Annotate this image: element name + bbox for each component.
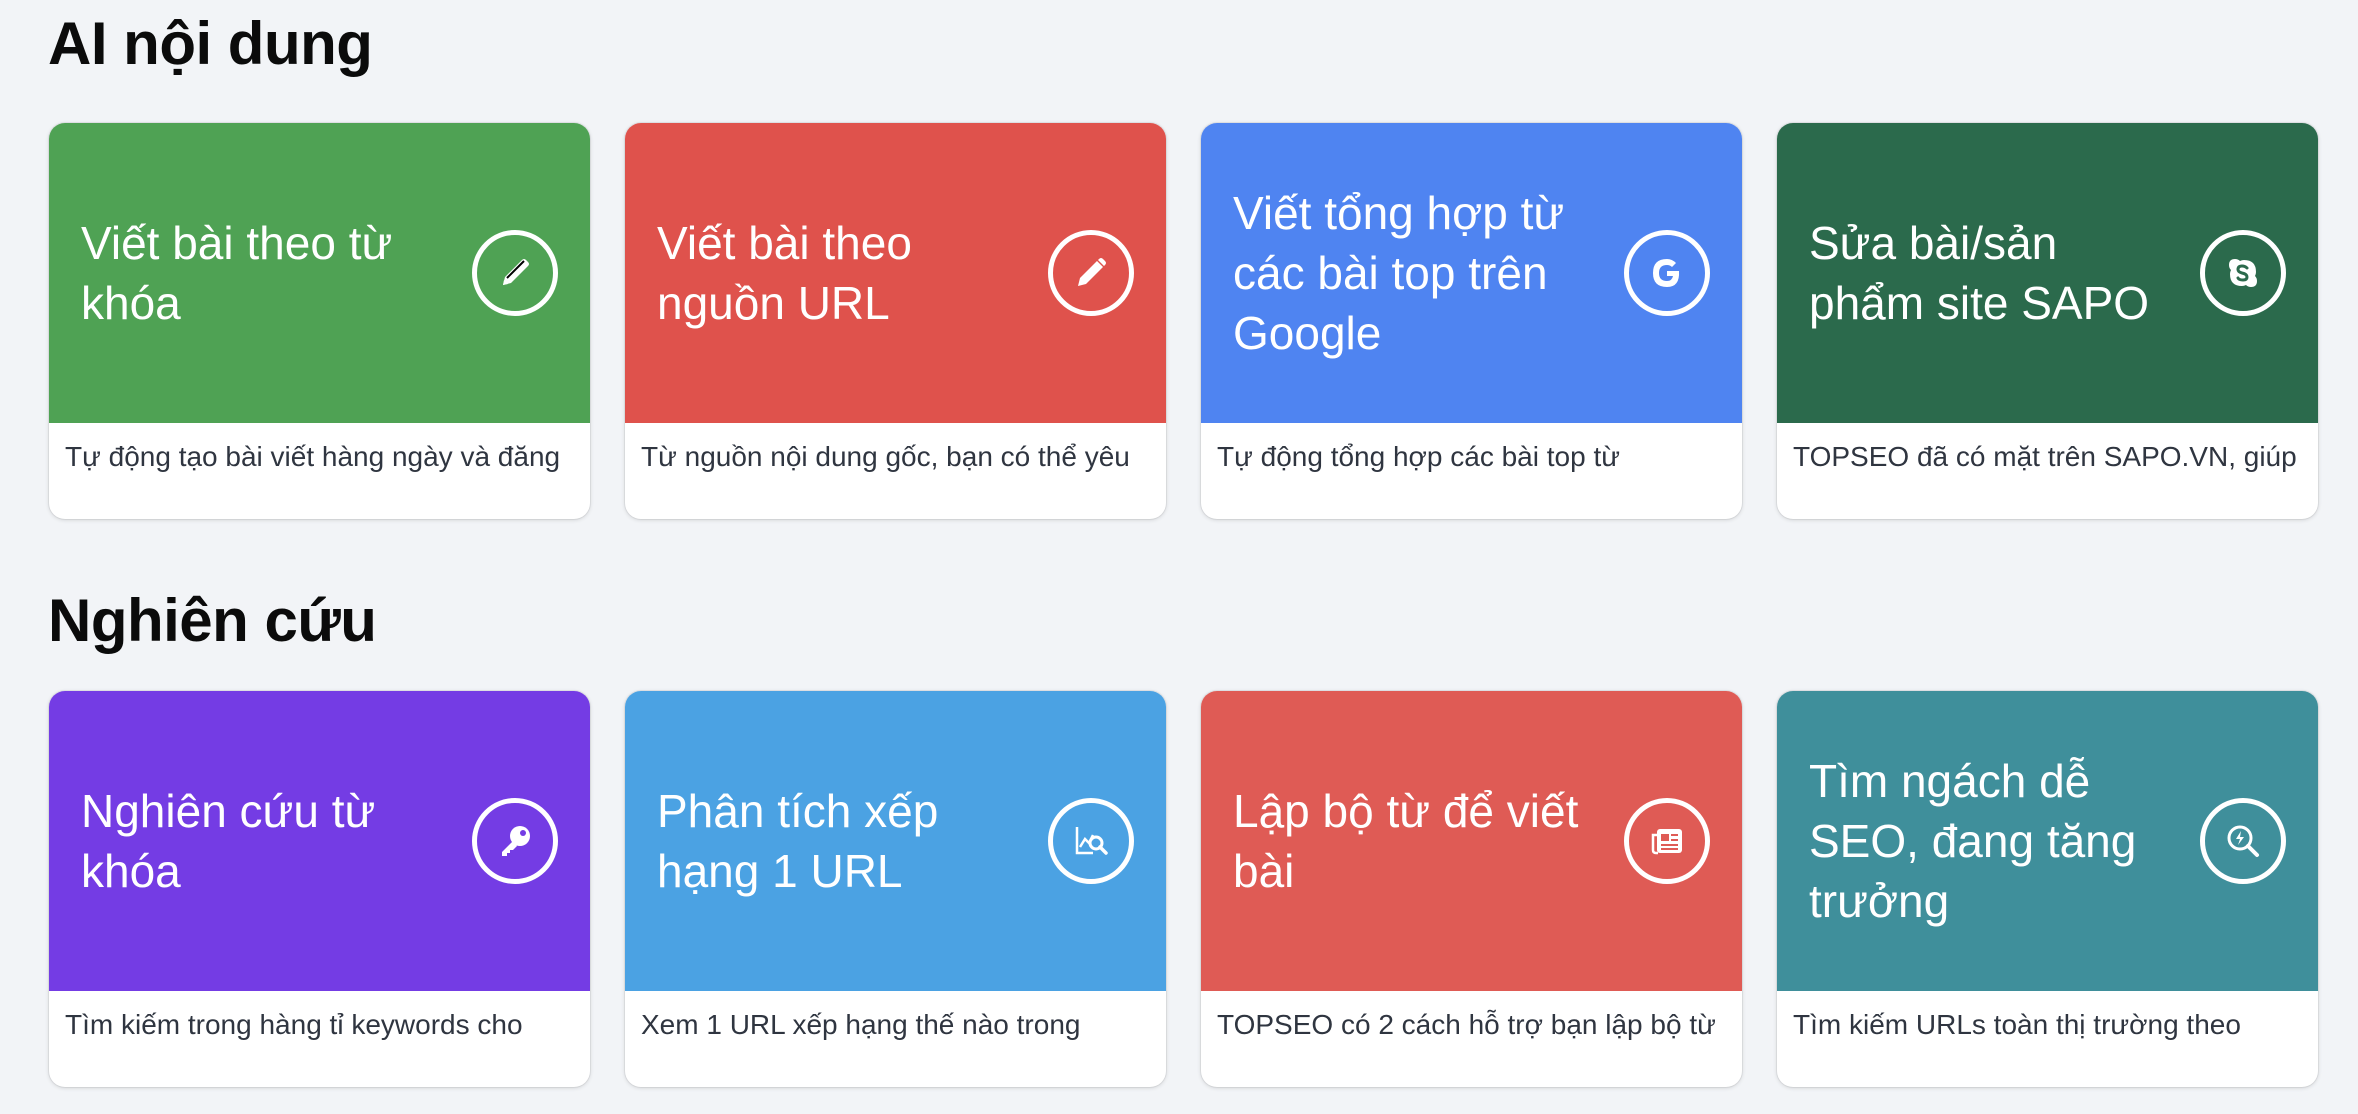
card-header: Lập bộ từ để viết bài	[1201, 691, 1742, 991]
card-url-ranking-analysis[interactable]: Phân tích xếp hạng 1 URL Xem 1 URL xếp h…	[625, 691, 1166, 1087]
section-title-research: Nghiên cứu	[48, 587, 377, 654]
page: AI nội dung Viết bài theo từ khóa Tự độn…	[0, 0, 2358, 1114]
card-build-keyword-set[interactable]: Lập bộ từ để viết bài TOPSEO có 2 cách h…	[1201, 691, 1742, 1087]
card-title: Nghiên cứu từ khóa	[81, 785, 376, 897]
pencil-icon	[472, 230, 558, 316]
card-title: Viết bài theo nguồn URL	[657, 217, 912, 329]
card-description: Tự động tạo bài viết hàng ngày và đăng	[65, 441, 561, 472]
card-title: Tìm ngách dễ SEO, đang tăng trưởng	[1809, 755, 2137, 927]
card-find-easy-niche[interactable]: Tìm ngách dễ SEO, đang tăng trưởng Tìm k…	[1777, 691, 2318, 1087]
search-lightning-icon	[2200, 798, 2286, 884]
card-description: Từ nguồn nội dung gốc, bạn có thể yêu	[641, 441, 1130, 472]
card-description: TOPSEO có 2 cách hỗ trợ bạn lập bộ từ	[1217, 1009, 1716, 1040]
sapo-icon	[2200, 230, 2286, 316]
card-header: Tìm ngách dễ SEO, đang tăng trưởng	[1777, 691, 2318, 991]
card-title: Phân tích xếp hạng 1 URL	[657, 785, 939, 897]
card-grid-research: Nghiên cứu từ khóa Tìm kiếm trong hàng t…	[49, 691, 2318, 1087]
card-description: Xem 1 URL xếp hạng thế nào trong	[641, 1009, 1081, 1040]
key-icon	[472, 798, 558, 884]
card-description: Tự động tổng hợp các bài top từ	[1217, 441, 1620, 472]
newspaper-icon	[1624, 798, 1710, 884]
card-header: Viết bài theo từ khóa	[49, 123, 590, 423]
google-icon	[1624, 230, 1710, 316]
card-write-by-keyword[interactable]: Viết bài theo từ khóa Tự động tạo bài vi…	[49, 123, 590, 519]
card-title: Viết bài theo từ khóa	[81, 217, 393, 329]
section-title-ai-content: AI nội dung	[48, 10, 373, 77]
card-header: Viết tổng hợp từ các bài top trên Google	[1201, 123, 1742, 423]
pencil-icon	[1048, 230, 1134, 316]
card-title: Lập bộ từ để viết bài	[1233, 785, 1579, 897]
card-write-by-url[interactable]: Viết bài theo nguồn URL Từ nguồn nội dun…	[625, 123, 1166, 519]
card-header: Viết bài theo nguồn URL	[625, 123, 1166, 423]
card-grid-ai-content: Viết bài theo từ khóa Tự động tạo bài vi…	[49, 123, 2318, 519]
card-description: Tìm kiếm trong hàng tỉ keywords cho	[65, 1009, 523, 1040]
card-header: Sửa bài/sản phẩm site SAPO	[1777, 123, 2318, 423]
card-title: Viết tổng hợp từ các bài top trên Google	[1233, 187, 1565, 359]
card-edit-sapo[interactable]: Sửa bài/sản phẩm site SAPO TOPSEO đã có …	[1777, 123, 2318, 519]
card-header: Phân tích xếp hạng 1 URL	[625, 691, 1166, 991]
card-header: Nghiên cứu từ khóa	[49, 691, 590, 991]
card-description: TOPSEO đã có mặt trên SAPO.VN, giúp	[1793, 441, 2297, 472]
card-keyword-research[interactable]: Nghiên cứu từ khóa Tìm kiếm trong hàng t…	[49, 691, 590, 1087]
card-summarize-google-top[interactable]: Viết tổng hợp từ các bài top trên Google…	[1201, 123, 1742, 519]
card-title: Sửa bài/sản phẩm site SAPO	[1809, 217, 2150, 329]
card-description: Tìm kiếm URLs toàn thị trường theo	[1793, 1009, 2241, 1040]
chart-search-icon	[1048, 798, 1134, 884]
